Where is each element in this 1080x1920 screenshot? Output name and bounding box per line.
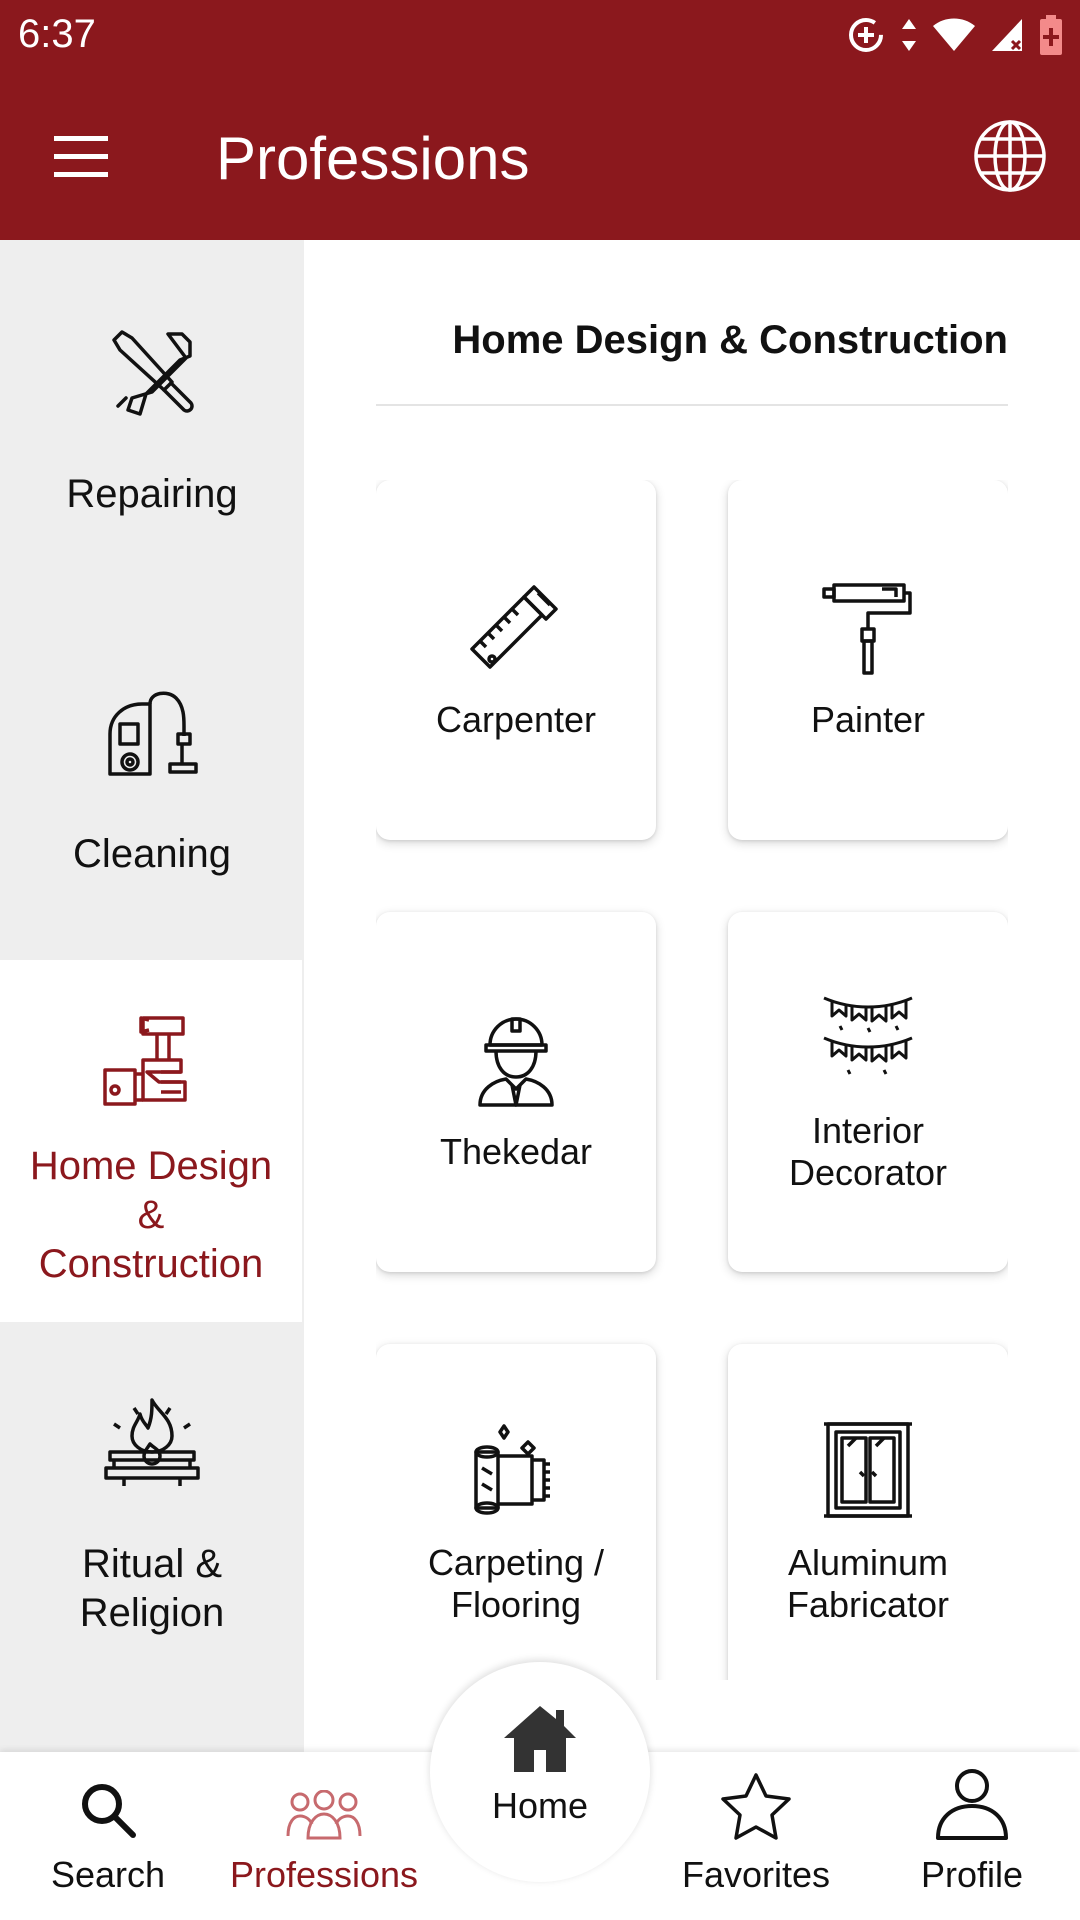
- tools-icon: [104, 320, 200, 420]
- profession-grid: Carpenter Painter Thekedar Interior Deco…: [376, 480, 1008, 1680]
- profile-icon: [934, 1752, 1010, 1840]
- contractor-icon: [468, 1011, 564, 1107]
- profession-label: Painter: [810, 699, 926, 740]
- signal-icon: [990, 17, 1024, 53]
- category-label: Home Design & Construction: [29, 1144, 273, 1286]
- data-arrows-icon: [900, 17, 918, 53]
- profession-label: Aluminum Fabricator: [786, 1542, 950, 1625]
- profession-card-thekedar[interactable]: Thekedar: [376, 912, 656, 1272]
- star-icon: [720, 1752, 792, 1840]
- bunting-icon: [820, 990, 916, 1086]
- nav-label: Profile: [920, 1854, 1024, 1895]
- hamburger-menu-icon: [54, 136, 108, 177]
- people-icon: [286, 1752, 362, 1840]
- language-button[interactable]: [972, 118, 1048, 194]
- profession-card-painter[interactable]: Painter: [728, 480, 1008, 840]
- category-item-cleaning[interactable]: Cleaning: [0, 680, 304, 879]
- category-item-ritual-religion[interactable]: Ritual & Religion: [0, 1390, 304, 1638]
- nav-professions[interactable]: Professions: [216, 1752, 432, 1920]
- category-label: Ritual & Religion: [79, 1542, 225, 1635]
- profession-label: Interior Decorator: [788, 1110, 948, 1193]
- profession-card-carpeting-flooring[interactable]: Carpeting / Flooring: [376, 1344, 656, 1680]
- section-title: Home Design & Construction: [452, 318, 1008, 362]
- profession-card-carpenter[interactable]: Carpenter: [376, 480, 656, 840]
- app-header: 6:37 Professions: [0, 0, 1080, 240]
- nav-label: Professions: [229, 1854, 419, 1895]
- home-icon: [502, 1704, 578, 1779]
- profession-label: Carpenter: [435, 699, 597, 740]
- hammer-hand-icon: [103, 1010, 199, 1110]
- saw-icon: [468, 579, 564, 675]
- category-item-home-design-construction[interactable]: Home Design & Construction: [0, 960, 302, 1322]
- vacuum-cleaner-icon: [104, 680, 200, 780]
- search-icon: [78, 1752, 138, 1840]
- category-rail: Repairing Cleaning Home Design & Constru…: [0, 240, 304, 1752]
- profession-label: Carpeting / Flooring: [427, 1542, 605, 1625]
- profession-card-aluminum-fabricator[interactable]: Aluminum Fabricator: [728, 1344, 1008, 1680]
- window-frame-icon: [820, 1422, 916, 1518]
- battery-icon: [1038, 14, 1064, 56]
- fire-altar-icon: [104, 1390, 200, 1490]
- nav-label: Favorites: [681, 1854, 831, 1895]
- status-time: 6:37: [18, 12, 96, 56]
- nav-favorites[interactable]: Favorites: [648, 1752, 864, 1920]
- nav-search[interactable]: Search: [0, 1752, 216, 1920]
- menu-button[interactable]: [50, 128, 114, 184]
- status-icons: [846, 14, 1064, 56]
- nav-home[interactable]: Home: [430, 1662, 650, 1882]
- category-item-repairing[interactable]: Repairing: [0, 320, 304, 519]
- profession-label: Thekedar: [439, 1131, 593, 1172]
- paint-roller-icon: [820, 579, 916, 675]
- nav-label: Home: [491, 1785, 589, 1826]
- carpet-roll-icon: [468, 1422, 564, 1518]
- nav-profile[interactable]: Profile: [864, 1752, 1080, 1920]
- data-saver-icon: [846, 15, 886, 55]
- profession-card-interior-decorator[interactable]: Interior Decorator: [728, 912, 1008, 1272]
- globe-icon: [974, 120, 1046, 192]
- category-label: Cleaning: [73, 832, 231, 876]
- category-label: Repairing: [66, 472, 238, 516]
- section-divider: [376, 404, 1008, 406]
- page-title: Professions: [216, 125, 530, 192]
- wifi-icon: [932, 17, 976, 53]
- nav-label: Search: [50, 1854, 166, 1895]
